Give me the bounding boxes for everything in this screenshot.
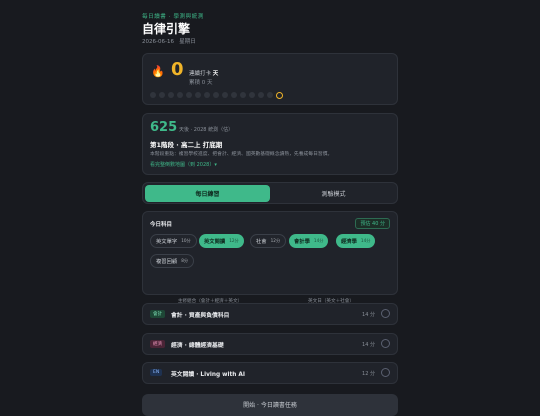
streak-dot (204, 92, 210, 98)
task-minutes: 12 分 (362, 371, 375, 377)
weekday-value: 星期日 (179, 39, 196, 45)
subject-chip[interactable]: 會計學 14分 (289, 234, 329, 248)
task-row[interactable]: 會計 會計 · 資產與負債科目 14 分 (142, 303, 398, 325)
streak-card: 🔥 0 連續打卡 天 累積 0 天 (142, 53, 398, 105)
app-tagline: 每日讀書 · 學測與統測 (142, 14, 204, 20)
task-checkbox[interactable] (381, 339, 390, 348)
task-title: 經濟 · 總體經濟基礎 (171, 343, 224, 349)
estimated-total-badge: 預估 40 分 (355, 218, 390, 229)
page-title: 自律引擎 (142, 22, 191, 36)
streak-dot (231, 92, 237, 98)
streak-dot (177, 92, 183, 98)
countdown-map-link[interactable]: 看完整倒數地圖（到 2028）▾ (150, 161, 217, 168)
days-caption: 天後 · 2028 統測（估） (179, 127, 234, 133)
streak-dot (195, 92, 201, 98)
date-value: 2026-06-16 (142, 39, 174, 45)
days-remaining: 625 (150, 120, 178, 135)
phase-description: 本階段重點：複習學校進度、把會計、經濟、國英數基礎概念讀熟，先養成每日習慣。 (150, 152, 333, 157)
streak-label: 連續打卡 天 (189, 71, 219, 77)
subject-chip[interactable]: 複習回顧 8分 (150, 254, 195, 268)
subject-tag: 經濟 (150, 340, 165, 348)
streak-dot (159, 92, 165, 98)
streak-dot (150, 92, 156, 98)
date-line: 2026-06-16 星期日 (142, 37, 196, 45)
streak-dot (222, 92, 228, 98)
task-row[interactable]: EN 英文閱讀 · Living with AI 12 分 (142, 362, 398, 384)
streak-total: 累積 0 天 (189, 80, 213, 86)
streak-dot (240, 92, 246, 98)
subject-chip[interactable]: 英文單字 10分 (150, 234, 197, 248)
tab-daily-practice[interactable]: 每日練習 (145, 185, 270, 202)
streak-dot-today (276, 91, 283, 99)
divider (150, 294, 392, 295)
tab-exam-mode[interactable]: 測驗模式 (271, 185, 396, 202)
subject-chip[interactable]: 英文閱讀 12分 (199, 234, 244, 248)
streak-dot (168, 92, 174, 98)
exam-countdown-card: 625 天後 · 2028 統測（估） 第1階段 · 高二上 打底期 本階段重點… (142, 113, 398, 175)
phase-title: 第1階段 · 高二上 打底期 (150, 141, 223, 149)
task-minutes: 14 分 (362, 342, 375, 348)
subject-chip[interactable]: 社會 12分 (250, 234, 287, 248)
streak-dot (186, 92, 192, 98)
task-title: 會計 · 資產與負債科目 (171, 313, 230, 319)
streak-dot (258, 92, 264, 98)
task-row[interactable]: 經濟 經濟 · 總體經濟基礎 14 分 (142, 333, 398, 355)
task-checkbox[interactable] (381, 368, 390, 377)
task-title: 英文閱讀 · Living with AI (171, 372, 246, 378)
task-checkbox[interactable] (381, 309, 390, 318)
streak-dots (150, 91, 283, 99)
streak-count: 0 (171, 59, 184, 80)
streak-dot (249, 92, 255, 98)
mode-switcher: 每日練習 測驗模式 (142, 182, 398, 204)
task-minutes: 14 分 (362, 312, 375, 318)
subject-tag: 會計 (150, 310, 165, 318)
streak-dot (213, 92, 219, 98)
today-subjects-card: 今日科目 預估 40 分 英文單字 10分 英文閱讀 12分 社會 12分 會計學 14… (142, 211, 398, 304)
subject-chip[interactable]: 經濟學 14分 (336, 234, 376, 248)
streak-dot (267, 92, 273, 98)
flame-icon: 🔥 (151, 65, 165, 78)
start-button[interactable]: 開始 · 今日讀書任務 (142, 394, 398, 416)
subject-tag: EN (150, 369, 163, 376)
today-subjects-title: 今日科目 (150, 222, 173, 228)
